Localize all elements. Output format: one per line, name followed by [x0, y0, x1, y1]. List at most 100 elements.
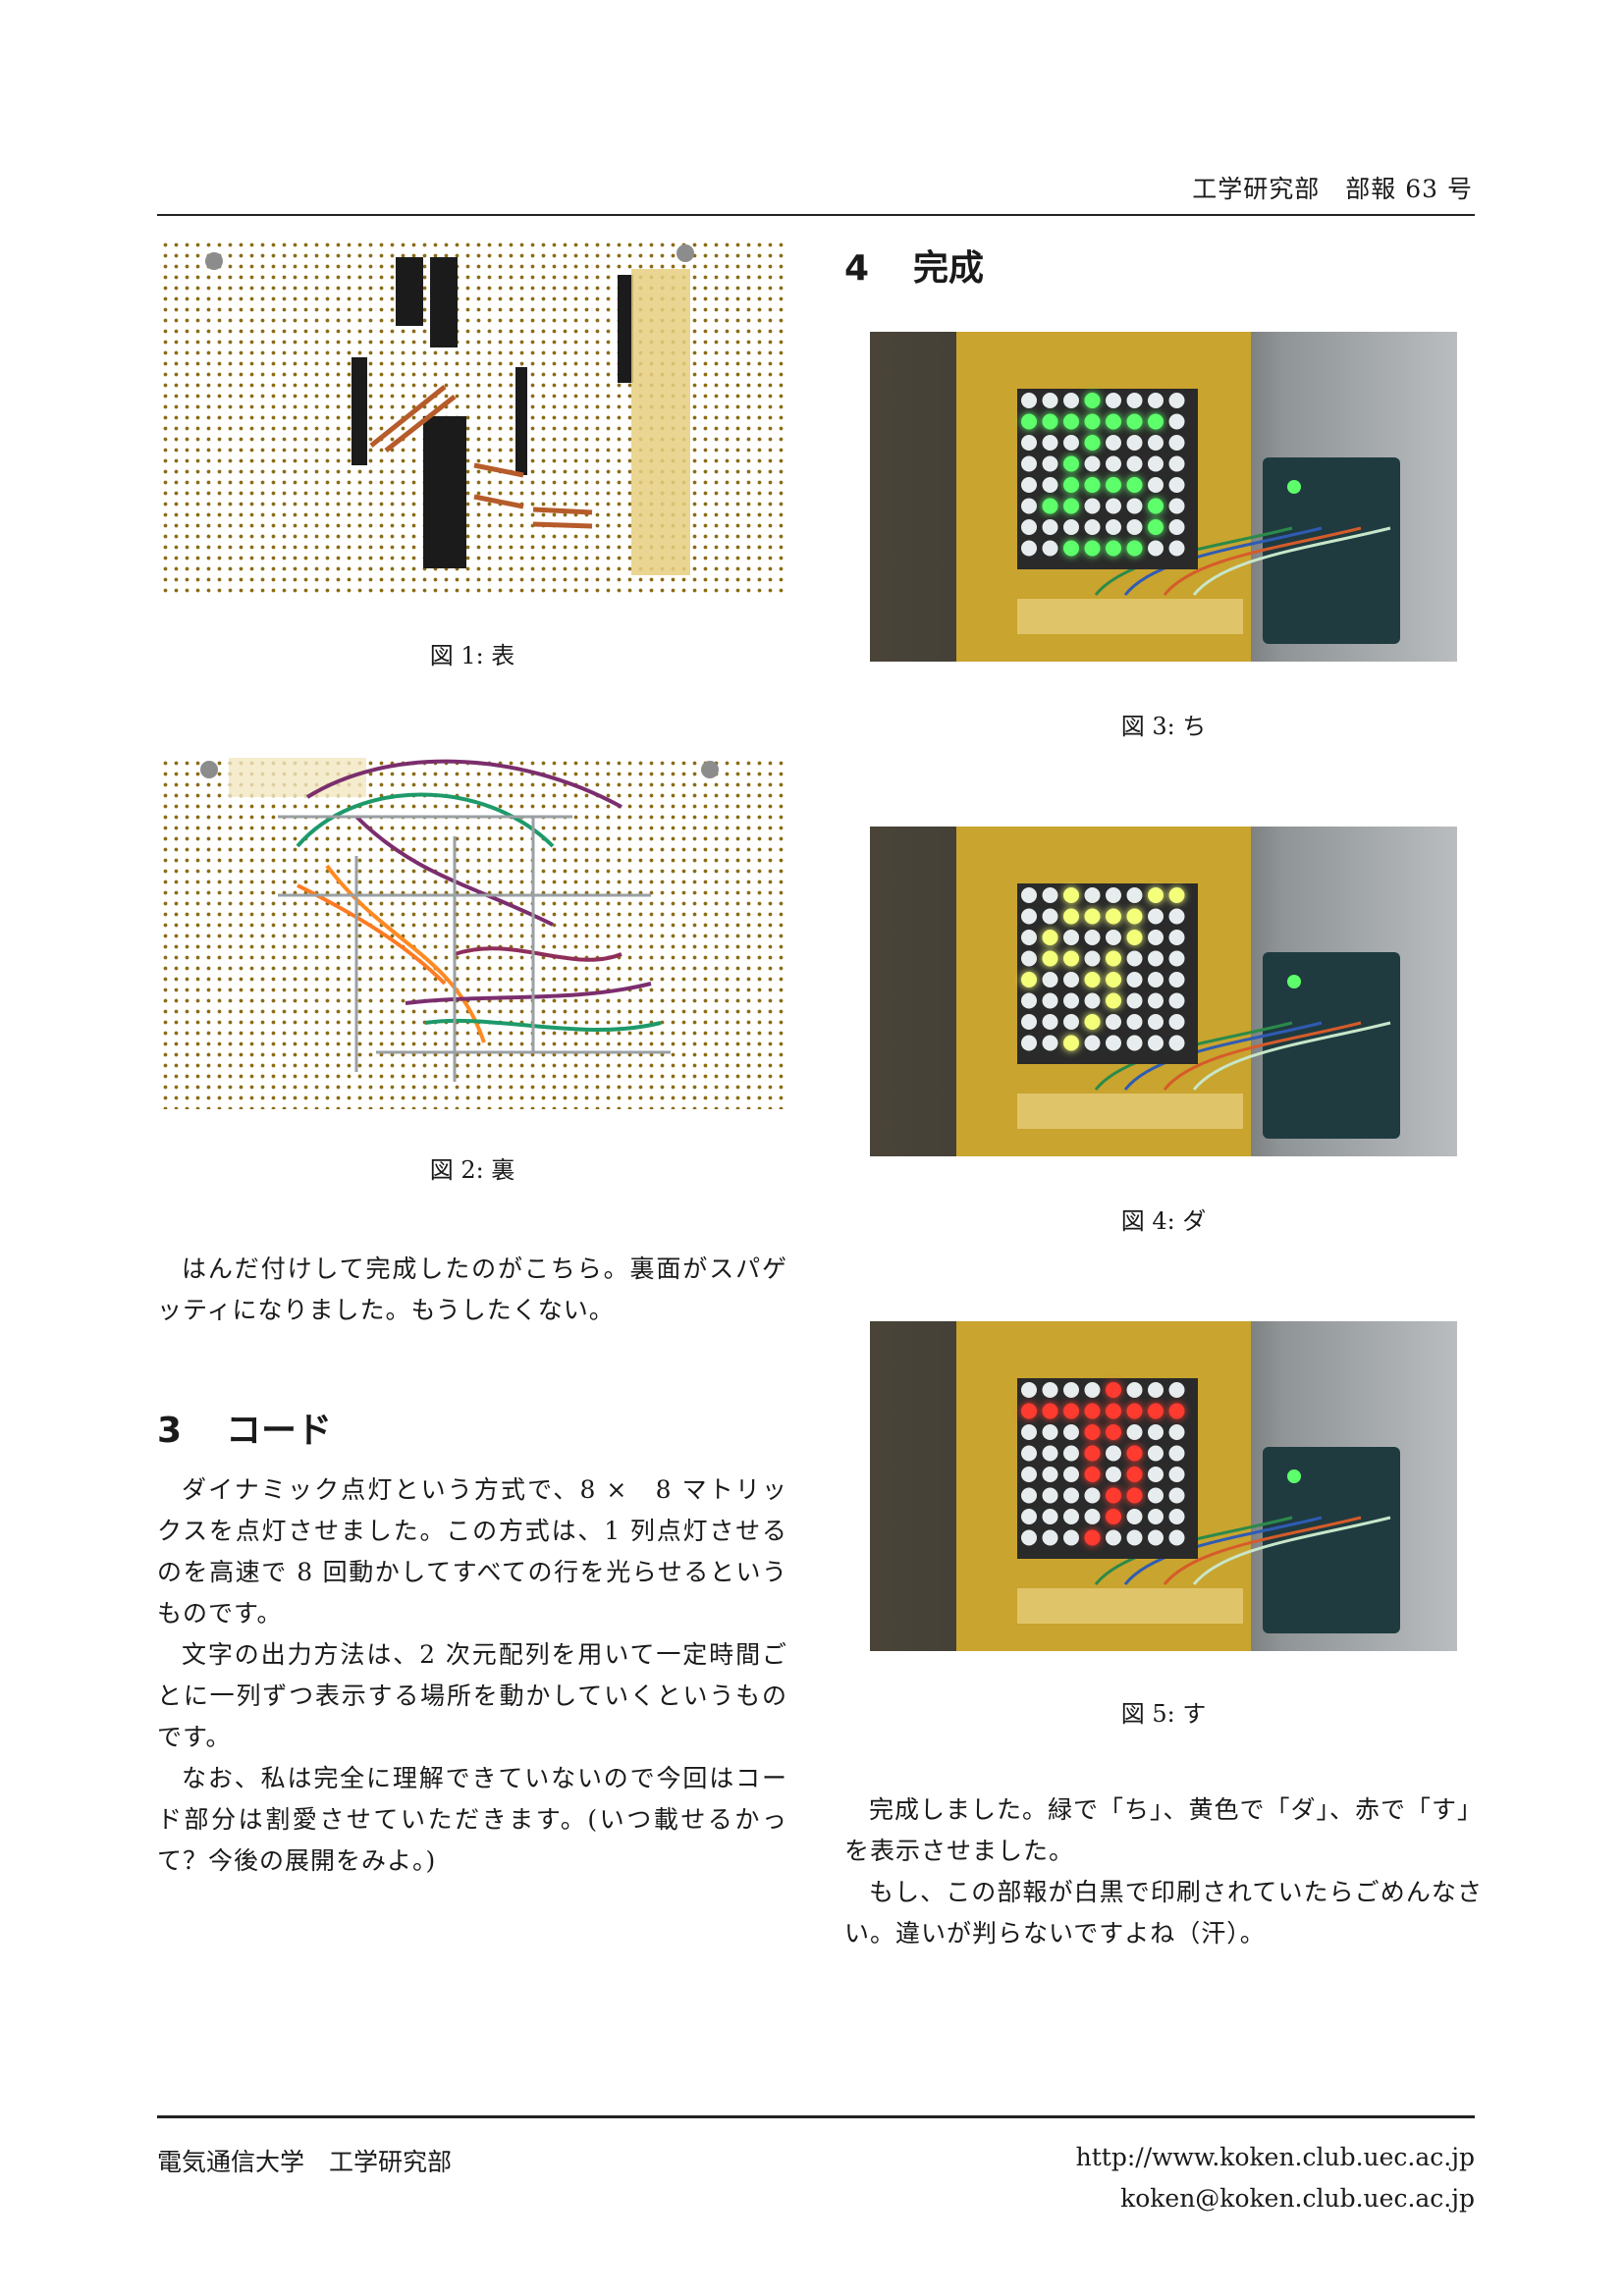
led-on: [1084, 413, 1101, 430]
led-off: [1021, 1035, 1037, 1051]
led-matrix-su: [956, 1321, 1400, 1651]
led-on: [1106, 1487, 1121, 1504]
led-on: [1126, 413, 1143, 430]
board-back-illustration: [200, 758, 719, 1082]
led-off: [1042, 1467, 1058, 1482]
led-on: [1106, 540, 1121, 557]
led-off: [1063, 930, 1079, 945]
footer-email[interactable]: koken@koken.club.uec.ac.jp: [1120, 2184, 1475, 2213]
led-off: [1021, 540, 1037, 557]
led-off: [1021, 1445, 1037, 1462]
led-off: [1126, 887, 1143, 903]
led-off: [1168, 950, 1185, 967]
figure-1-caption: 図 1: 表: [429, 642, 515, 669]
led-off: [1148, 972, 1164, 988]
led-off: [1084, 498, 1101, 514]
led-off: [1042, 908, 1058, 925]
led-off: [1084, 519, 1101, 535]
led-on: [1084, 908, 1101, 925]
led-off: [1148, 540, 1164, 557]
section-3-paragraph: なお、私は完全に理解できていないので今回はコード部分は割愛させていただきます。(…: [157, 1764, 787, 1875]
section-3-paragraph: ダイナミック点灯という方式で、8 × 8 マトリックスを点灯させました。この方式…: [157, 1475, 787, 1628]
figure-3-caption: 図 3: ち: [1120, 713, 1207, 740]
led-off: [1021, 519, 1037, 535]
led-on: [1021, 972, 1037, 988]
led-off: [1084, 950, 1101, 967]
led-on: [1106, 477, 1121, 493]
led-off: [1148, 435, 1164, 451]
section-4-paragraph: 完成しました。緑で「ち」、黄色で「ダ」、赤で「す」を表示させました。: [844, 1795, 1484, 1865]
led-off: [1148, 1509, 1164, 1524]
figure-4-photo: [870, 827, 1457, 1156]
led-off: [1063, 1509, 1079, 1524]
led-off: [1106, 519, 1121, 535]
led-off: [1106, 930, 1121, 945]
matrix-housing: [1017, 883, 1198, 1064]
power-led: [1287, 480, 1301, 494]
led-off: [1042, 455, 1058, 472]
led-on: [1126, 477, 1143, 493]
led-off: [1063, 992, 1079, 1009]
led-off: [1021, 950, 1037, 967]
led-off: [1042, 1014, 1058, 1030]
led-on: [1084, 435, 1101, 451]
led-off: [1168, 1487, 1185, 1504]
led-off: [1168, 972, 1185, 988]
led-off: [1168, 540, 1185, 557]
led-off: [1126, 435, 1143, 451]
led-on: [1148, 413, 1164, 430]
led-off: [1021, 477, 1037, 493]
led-off: [1148, 950, 1164, 967]
led-on: [1148, 887, 1164, 903]
led-off: [1042, 992, 1058, 1009]
led-off: [1021, 435, 1037, 451]
led-on: [1084, 972, 1101, 988]
led-off: [1042, 393, 1058, 408]
led-on: [1148, 519, 1164, 535]
led-off: [1021, 887, 1037, 903]
led-off: [1042, 972, 1058, 988]
led-off: [1084, 992, 1101, 1009]
led-on: [1063, 1403, 1079, 1419]
led-on: [1106, 1509, 1121, 1524]
led-off: [1021, 393, 1037, 408]
led-off: [1042, 1424, 1058, 1440]
led-on: [1084, 1014, 1101, 1030]
led-off: [1063, 1424, 1079, 1440]
led-off: [1168, 1467, 1185, 1482]
led-on: [1126, 1487, 1143, 1504]
figure-2-photo: [160, 758, 785, 1109]
led-on: [1084, 393, 1101, 408]
led-off: [1148, 477, 1164, 493]
led-off: [1021, 930, 1037, 945]
led-off: [1168, 477, 1185, 493]
led-on: [1042, 498, 1058, 514]
led-off: [1148, 1424, 1164, 1440]
footer-organization: 電気通信大学 工学研究部: [157, 2148, 453, 2176]
led-off: [1063, 393, 1079, 408]
led-on: [1063, 540, 1079, 557]
led-off: [1042, 540, 1058, 557]
led-off: [1042, 1035, 1058, 1051]
led-on: [1106, 1382, 1121, 1398]
led-off: [1084, 1382, 1101, 1398]
power-led: [1287, 975, 1301, 988]
led-on: [1168, 887, 1185, 903]
led-on: [1063, 1035, 1079, 1051]
led-on: [1148, 498, 1164, 514]
led-on: [1063, 477, 1079, 493]
led-on: [1106, 413, 1121, 430]
led-off: [1148, 1382, 1164, 1398]
footer-url[interactable]: http://www.koken.club.uec.ac.jp: [1076, 2143, 1475, 2171]
led-off: [1021, 1487, 1037, 1504]
led-on: [1106, 992, 1121, 1009]
tape: [1017, 1588, 1243, 1624]
led-off: [1021, 455, 1037, 472]
led-off: [1063, 972, 1079, 988]
led-on: [1106, 908, 1121, 925]
led-on: [1126, 930, 1143, 945]
led-off: [1084, 930, 1101, 945]
section-3-heading: 3 コード: [157, 1402, 332, 1453]
page-header: 工学研究部 部報 63 号: [157, 175, 1475, 216]
led-off: [1106, 1445, 1121, 1462]
